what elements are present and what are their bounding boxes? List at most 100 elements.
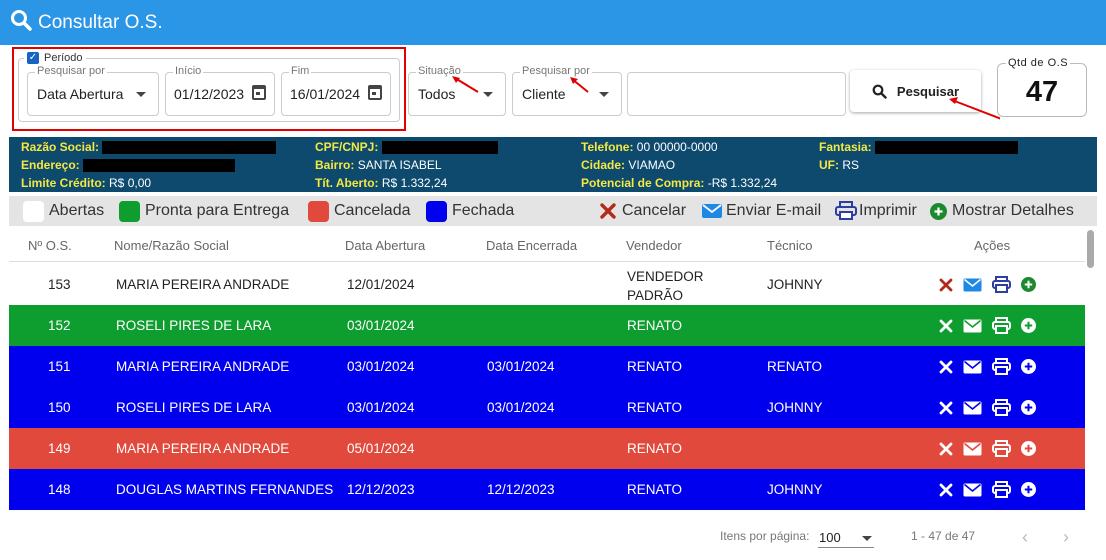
row-actions bbox=[939, 358, 1036, 375]
col-header[interactable]: Data Abertura bbox=[345, 238, 425, 253]
col-header: Ações bbox=[974, 238, 1011, 253]
chevron-right-icon[interactable]: › bbox=[1063, 527, 1069, 548]
print-icon[interactable] bbox=[992, 317, 1011, 334]
cell-abertura: 03/01/2024 bbox=[347, 318, 415, 333]
cell-nome: MARIA PEREIRA ANDRADE bbox=[116, 359, 290, 374]
row-actions bbox=[939, 440, 1036, 457]
col-header[interactable]: Vendedor bbox=[626, 238, 682, 253]
table-row[interactable]: 153 MARIA PEREIRA ANDRADE 12/01/2024 JOHNNY… bbox=[9, 264, 1085, 305]
scrollbar-thumb[interactable] bbox=[1087, 230, 1094, 268]
cell-nome: MARIA PEREIRA ANDRADE bbox=[116, 277, 290, 292]
cell-tecnico: RENATO bbox=[767, 359, 823, 374]
print-icon[interactable] bbox=[992, 276, 1011, 293]
legend-swatch bbox=[308, 200, 329, 222]
itens-por-pagina-value: 100 bbox=[819, 530, 841, 545]
close-icon bbox=[599, 202, 617, 220]
cell-vendedor: RENATO bbox=[627, 400, 683, 415]
row-actions bbox=[939, 399, 1036, 416]
print-icon bbox=[835, 201, 857, 221]
plus-circle-icon[interactable] bbox=[1021, 277, 1036, 292]
fantasia: Fantasia: bbox=[819, 140, 1019, 155]
plus-circle-icon[interactable] bbox=[1021, 441, 1036, 456]
print-icon[interactable] bbox=[992, 440, 1011, 457]
cell-tecnico: JOHNNY bbox=[767, 277, 823, 292]
table-row[interactable]: 150 ROSELI PIRES DE LARA 03/01/2024 03/01/2… bbox=[9, 387, 1085, 428]
close-icon[interactable] bbox=[939, 401, 953, 415]
plus-circle-icon[interactable] bbox=[1021, 318, 1036, 333]
chevron-left-icon[interactable]: ‹ bbox=[1022, 527, 1028, 548]
imprimir-action[interactable]: Imprimir bbox=[835, 201, 917, 221]
legend-abertas: Abertas bbox=[23, 200, 104, 222]
plus-circle-icon[interactable] bbox=[1021, 359, 1036, 374]
cell-nome: ROSELI PIRES DE LARA bbox=[116, 400, 272, 415]
chevron-down-icon bbox=[862, 536, 872, 541]
email-icon[interactable] bbox=[963, 360, 982, 374]
cell-abertura: 03/01/2024 bbox=[347, 359, 415, 374]
close-icon[interactable] bbox=[939, 442, 953, 456]
legend-cancelada: Cancelada bbox=[308, 200, 411, 222]
table-row[interactable]: 149 MARIA PEREIRA ANDRADE 05/01/2024 RENATO bbox=[9, 428, 1085, 469]
cell-abertura: 03/01/2024 bbox=[347, 400, 415, 415]
qtd-os-label: Qtd de O.S bbox=[1006, 57, 1071, 69]
cell-os: 150 bbox=[48, 400, 71, 415]
cell-nome: ROSELI PIRES DE LARA bbox=[116, 318, 272, 333]
itens-por-pagina-select[interactable]: 100 bbox=[818, 524, 874, 548]
cell-abertura: 12/12/2023 bbox=[347, 482, 415, 497]
col-header[interactable]: Técnico bbox=[767, 238, 813, 253]
redacted-block bbox=[83, 159, 236, 173]
legend-bar: Abertas Pronta para Entrega Cancelada Fe… bbox=[9, 196, 1097, 226]
close-icon[interactable] bbox=[939, 483, 953, 497]
bairro: Bairro: SANTA ISABEL bbox=[315, 158, 442, 172]
cpf-cnpj: CPF/CNPJ: bbox=[315, 140, 498, 155]
vendedor-line: VENDEDOR bbox=[627, 269, 704, 284]
cell-vendedor: RENATO bbox=[627, 359, 683, 374]
razao-social: Razão Social: bbox=[21, 140, 277, 155]
close-icon[interactable] bbox=[939, 319, 953, 333]
cell-vendedor: RENATO bbox=[627, 318, 683, 333]
cidade: Cidade: VIAMAO bbox=[581, 158, 676, 172]
row-actions bbox=[939, 481, 1036, 498]
cell-vendedor: RENATO bbox=[627, 482, 683, 497]
plus-circle-icon[interactable] bbox=[1021, 400, 1036, 415]
mostrar-detalhes-action[interactable]: Mostrar Detalhes bbox=[930, 202, 1074, 220]
col-header[interactable]: Nº O.S. bbox=[28, 238, 72, 253]
pagination-footer: Itens por página: 100 1 - 47 de 47 ‹ › bbox=[9, 521, 1097, 554]
redacted-block bbox=[875, 141, 1019, 155]
table-row[interactable]: 151 MARIA PEREIRA ANDRADE 03/01/2024 03/01/… bbox=[9, 346, 1085, 387]
print-icon[interactable] bbox=[992, 358, 1011, 375]
close-icon[interactable] bbox=[939, 360, 953, 374]
print-icon[interactable] bbox=[992, 399, 1011, 416]
cancelar-action[interactable]: Cancelar bbox=[599, 202, 686, 220]
telefone: Telefone: 00 00000-0000 bbox=[581, 140, 718, 154]
cell-tecnico: JOHNNY bbox=[767, 400, 823, 415]
pagination-range: 1 - 47 de 47 bbox=[911, 529, 976, 543]
page-title: Consultar O.S. bbox=[38, 11, 163, 33]
cell-encerrada: 03/01/2024 bbox=[487, 359, 555, 374]
table-header: Nº O.S. Nome/Razão Social Data Abertura … bbox=[9, 228, 1085, 262]
email-icon[interactable] bbox=[963, 319, 982, 333]
email-icon[interactable] bbox=[963, 483, 982, 497]
plus-circle-icon bbox=[930, 202, 947, 220]
table-row[interactable]: 152 ROSELI PIRES DE LARA 03/01/2024 RENATO bbox=[9, 305, 1085, 346]
title-bar: Consultar O.S. bbox=[0, 0, 1106, 45]
email-icon[interactable] bbox=[963, 442, 982, 456]
email-icon[interactable] bbox=[963, 401, 982, 415]
enviar-email-action[interactable]: Enviar E-mail bbox=[701, 202, 821, 220]
uf: UF: RS bbox=[819, 158, 860, 172]
print-icon[interactable] bbox=[992, 481, 1011, 498]
cell-nome: DOUGLAS MARTINS FERNANDES bbox=[116, 482, 334, 497]
email-icon bbox=[701, 203, 723, 219]
legend-swatch bbox=[23, 200, 44, 222]
close-icon[interactable] bbox=[939, 278, 953, 292]
table-row[interactable]: 148 DOUGLAS MARTINS FERNANDES 12/12/2023 12… bbox=[9, 469, 1085, 510]
cell-vendedor: VENDEDOR PADRÃO bbox=[627, 267, 704, 305]
potencial-compra: Potencial de Compra: -R$ 1.332,24 bbox=[581, 176, 778, 190]
cell-nome: MARIA PEREIRA ANDRADE bbox=[116, 441, 290, 456]
col-header[interactable]: Nome/Razão Social bbox=[114, 238, 229, 253]
col-header[interactable]: Data Encerrada bbox=[486, 238, 577, 253]
legend-pronta: Pronta para Entrega bbox=[119, 200, 289, 222]
cell-os: 151 bbox=[48, 359, 71, 374]
email-icon[interactable] bbox=[963, 278, 982, 292]
search-icon bbox=[10, 9, 32, 36]
plus-circle-icon[interactable] bbox=[1021, 482, 1036, 497]
